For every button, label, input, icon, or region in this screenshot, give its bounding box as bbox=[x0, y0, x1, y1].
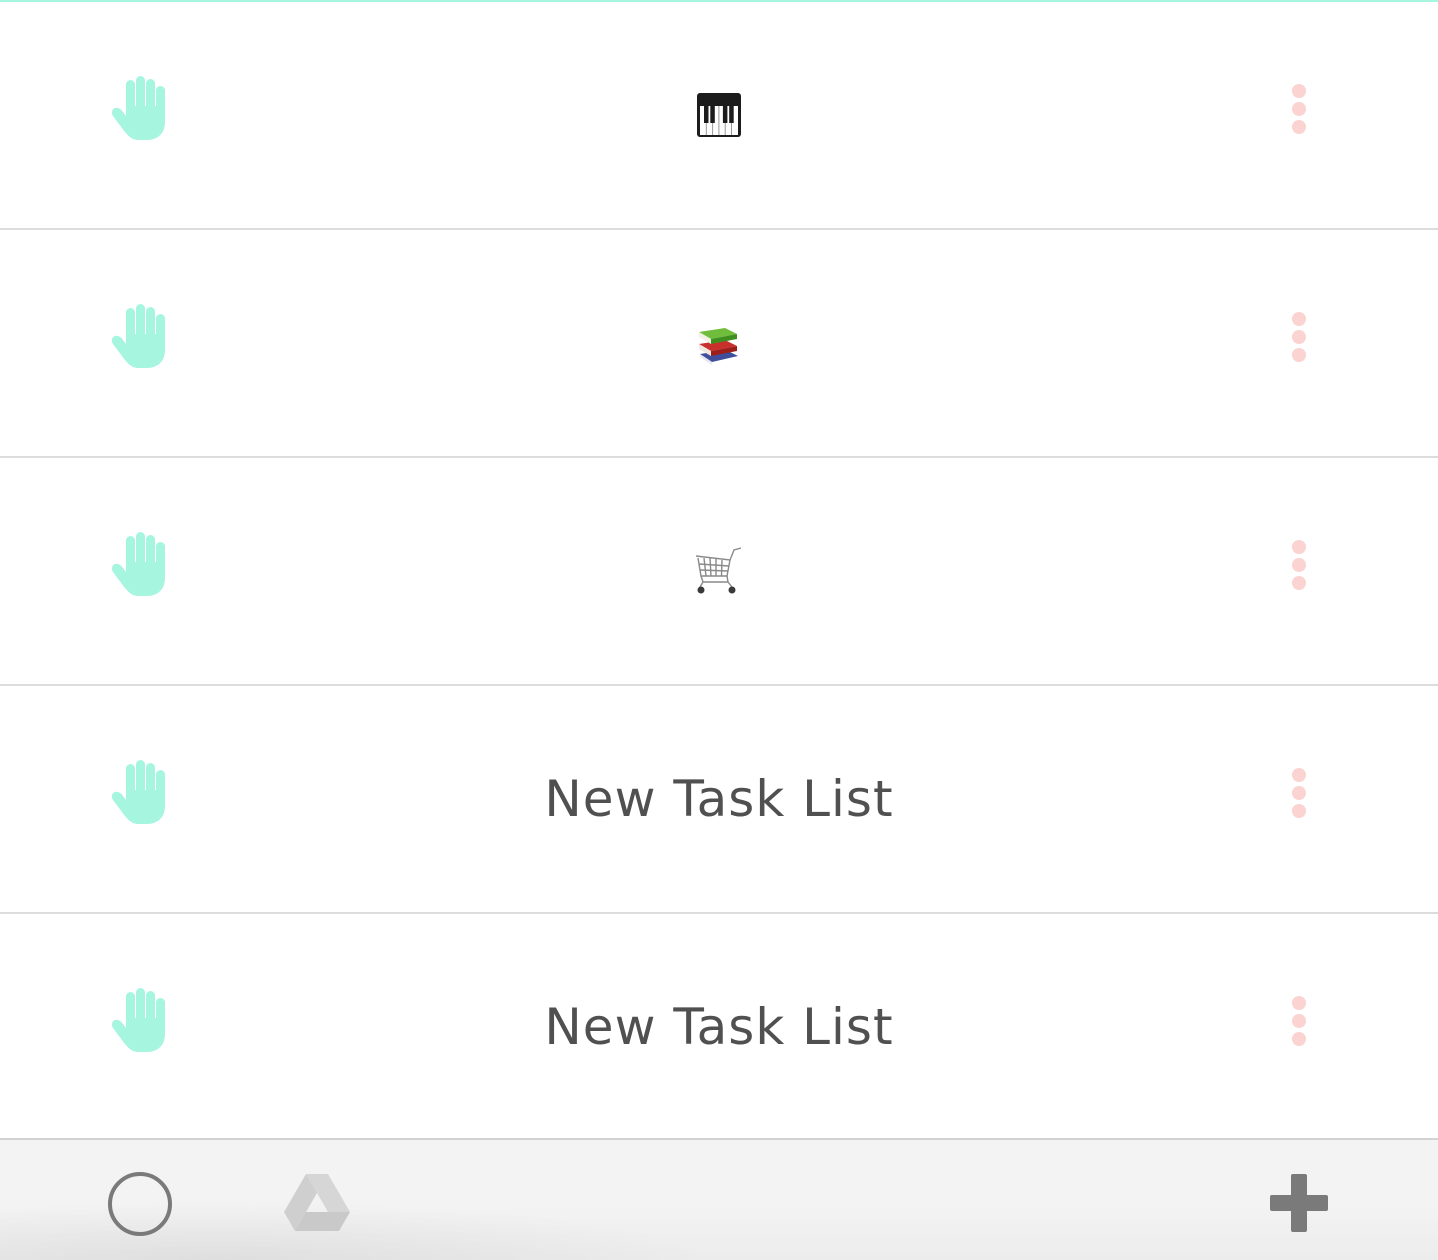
list-item[interactable]: New Task List bbox=[0, 686, 1438, 914]
hand-icon[interactable] bbox=[104, 528, 178, 602]
list-item[interactable] bbox=[0, 230, 1438, 458]
kebab-menu-icon[interactable] bbox=[1276, 762, 1322, 824]
task-list-collection: New Task List New Task List bbox=[0, 2, 1438, 1142]
kebab-menu-icon[interactable] bbox=[1276, 534, 1322, 596]
list-title[interactable]: New Task List bbox=[544, 998, 893, 1056]
list-item[interactable]: New Task List bbox=[0, 914, 1438, 1142]
kebab-menu-icon[interactable] bbox=[1276, 306, 1322, 368]
list-item[interactable] bbox=[0, 2, 1438, 230]
piano-keyboard-icon[interactable] bbox=[691, 87, 747, 143]
kebab-menu-icon[interactable] bbox=[1276, 990, 1322, 1052]
google-drive-icon[interactable] bbox=[284, 1174, 350, 1232]
books-icon[interactable] bbox=[691, 315, 747, 371]
hand-icon[interactable] bbox=[104, 300, 178, 374]
circle-icon[interactable] bbox=[108, 1172, 172, 1236]
task-lists-app: New Task List New Task List bbox=[0, 0, 1438, 1260]
list-title[interactable]: New Task List bbox=[544, 770, 893, 828]
hand-icon[interactable] bbox=[104, 756, 178, 830]
hand-icon[interactable] bbox=[104, 984, 178, 1058]
plus-icon[interactable] bbox=[1270, 1174, 1328, 1232]
kebab-menu-icon[interactable] bbox=[1276, 78, 1322, 140]
shopping-cart-icon[interactable] bbox=[691, 543, 747, 599]
bottom-toolbar bbox=[0, 1138, 1438, 1260]
list-item[interactable] bbox=[0, 458, 1438, 686]
hand-icon[interactable] bbox=[104, 72, 178, 146]
